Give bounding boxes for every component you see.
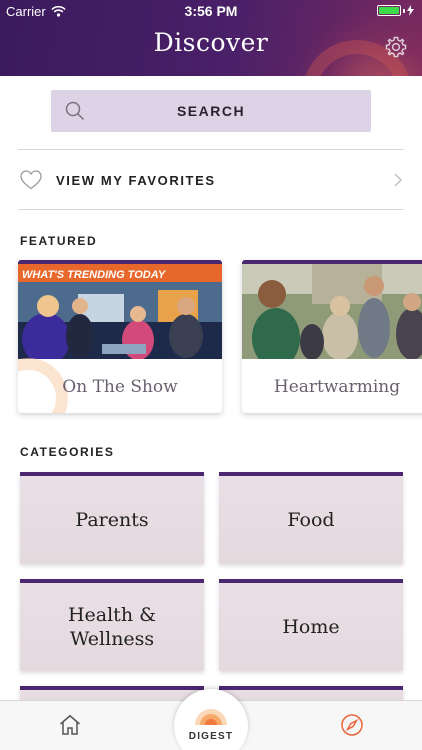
digest-sun-icon [195, 709, 227, 725]
divider [18, 149, 404, 150]
category-tile-home[interactable]: Home [219, 579, 403, 671]
compass-icon[interactable] [340, 713, 364, 737]
featured-card-heartwarming[interactable]: Heartwarming [242, 260, 422, 413]
status-time: 3:56 PM [184, 3, 238, 19]
category-label: Home [282, 616, 340, 638]
categories-heading: CATEGORIES [20, 445, 115, 459]
battery-icon [377, 5, 414, 16]
chevron-right-icon [394, 173, 402, 187]
category-label: Health & Wellness [67, 604, 157, 650]
banner-text: WHAT'S TRENDING TODAY [22, 269, 167, 281]
search-button[interactable]: SEARCH [51, 90, 371, 132]
featured-card-on-the-show[interactable]: WHAT'S TRENDING TODAY On The Show [18, 260, 222, 413]
heart-icon [20, 170, 42, 190]
heartwarming-thumbnail [242, 264, 422, 359]
category-tile-parents[interactable]: Parents [20, 472, 204, 564]
featured-card-label: Heartwarming [273, 377, 401, 397]
gear-icon[interactable] [384, 35, 408, 59]
category-label: Parents [75, 509, 149, 531]
view-favorites-row[interactable]: VIEW MY FAVORITES [0, 151, 422, 208]
divider [18, 209, 404, 210]
header: Carrier 3:56 PM Discover [0, 0, 422, 76]
view-favorites-label: VIEW MY FAVORITES [56, 173, 216, 188]
status-bar: Carrier 3:56 PM [0, 0, 422, 22]
page-title: Discover [153, 28, 269, 57]
category-tile-food[interactable]: Food [219, 472, 403, 564]
category-tile-health-wellness[interactable]: Health & Wellness [20, 579, 204, 671]
digest-label: DIGEST [188, 731, 234, 742]
home-icon[interactable] [58, 713, 82, 737]
on-the-show-thumbnail: WHAT'S TRENDING TODAY [18, 264, 222, 359]
category-label: Food [287, 509, 335, 531]
charging-bolt-icon [407, 5, 414, 16]
featured-card-label: On The Show [62, 377, 178, 397]
search-label: SEARCH [176, 103, 246, 119]
featured-heading: FEATURED [20, 234, 98, 248]
